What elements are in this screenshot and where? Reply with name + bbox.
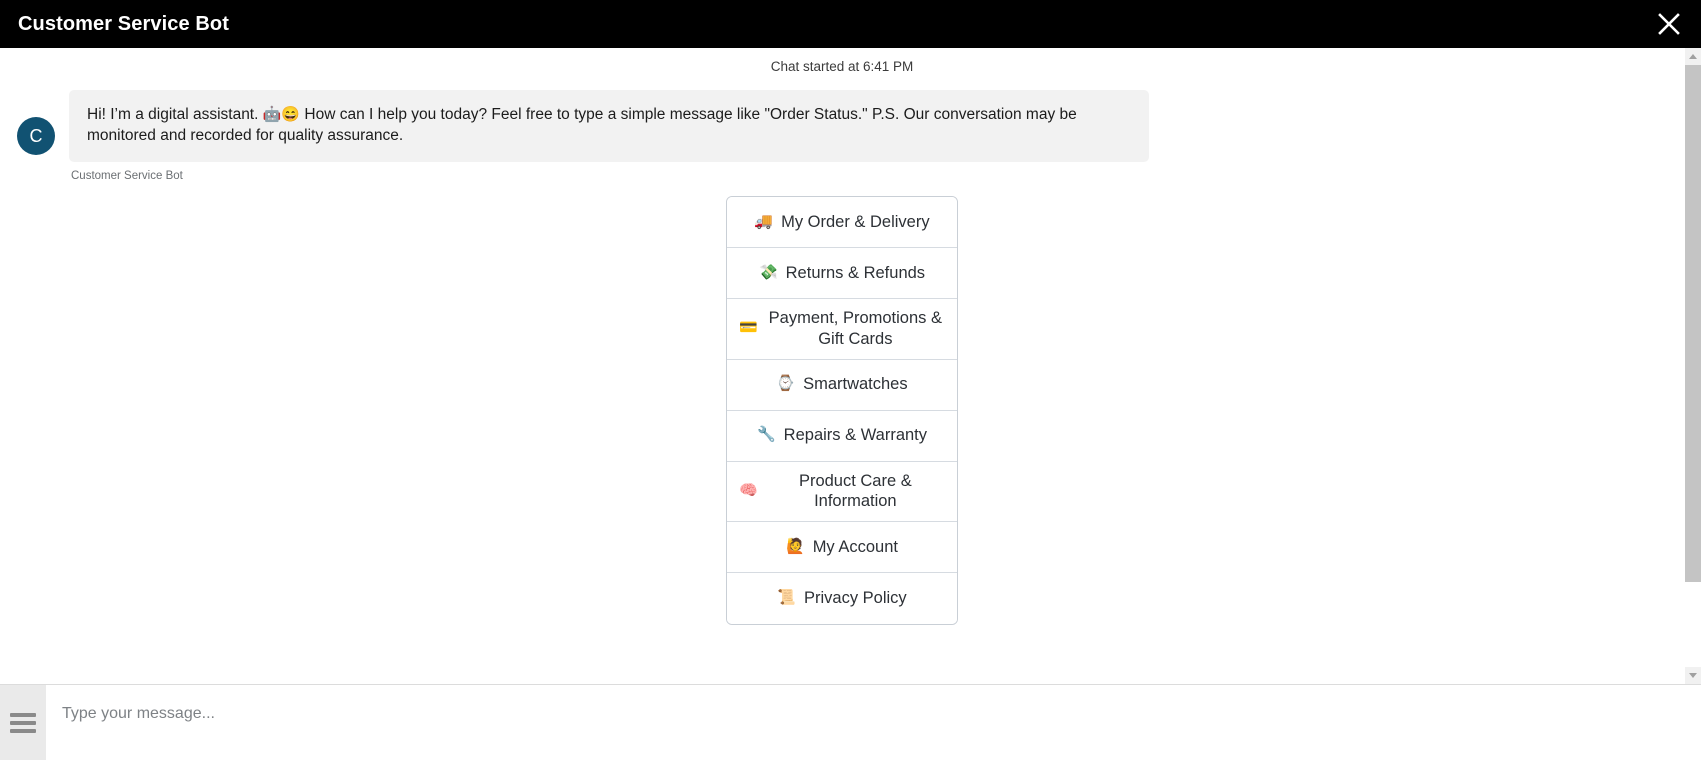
scroll-up-button[interactable] [1684, 48, 1701, 65]
money-with-wings-icon: 💸 [758, 263, 778, 281]
wrench-icon: 🔧 [756, 426, 776, 444]
chat-body: Chat started at 6:41 PM C Hi! I’m a digi… [0, 48, 1701, 684]
scrollbar-track[interactable] [1684, 65, 1701, 667]
quick-reply-item[interactable]: 🔧 Repairs & Warranty [727, 410, 957, 462]
hamburger-menu-icon-bar3 [10, 729, 36, 733]
chat-started-timestamp: Chat started at 6:41 PM [770, 59, 914, 74]
quick-reply-item-label: Smartwatches [803, 375, 908, 394]
quick-reply-item[interactable]: 💳 Payment, Promotions & Gift Cards [727, 299, 957, 360]
person-raising-hand-icon: 🙋 [786, 537, 805, 555]
message-column: Hi! I’m a digital assistant. 🤖😄 How can … [69, 90, 1664, 182]
close-icon [1657, 12, 1681, 36]
quick-reply-menu: 🚚 My Order & Delivery 💸 Returns & Refunds 💳 P… [726, 196, 958, 626]
scrollbar-thumb[interactable] [1684, 65, 1701, 582]
hamburger-menu-icon-bar2 [10, 721, 36, 725]
smiling-face-icon: 😄 [281, 106, 301, 124]
quick-reply-item-label: Product Care & Information [798, 471, 912, 511]
transcript-scrollbar[interactable] [1684, 48, 1701, 684]
message-text-part1: Hi! I’m a digital assistant. [87, 106, 263, 124]
quick-reply-item-label: Returns & Refunds [785, 263, 926, 282]
scroll-up-arrow-icon [1689, 54, 1697, 59]
quick-reply-item[interactable]: 🚚 My Order & Delivery [727, 197, 957, 249]
bot-message-bubble: Hi! I’m a digital assistant. 🤖😄 How can … [69, 90, 1149, 163]
delivery-truck-icon: 🚚 [754, 212, 774, 230]
chat-transcript: Chat started at 6:41 PM C Hi! I’m a digi… [0, 48, 1684, 684]
quick-reply-item-label: My Order & Delivery [781, 212, 930, 231]
quick-reply-item[interactable]: 🧠 Product Care & Information [727, 461, 957, 523]
scroll-down-button[interactable] [1684, 667, 1701, 684]
message-sender-label: Customer Service Bot [71, 170, 183, 183]
avatar: C [17, 117, 55, 156]
watch-icon: ⌚ [776, 375, 796, 393]
chat-header: Customer Service Bot [0, 0, 1701, 48]
quick-reply-item[interactable]: 🙋 My Account [727, 522, 957, 574]
quick-reply-item[interactable]: ⌚ Smartwatches [727, 359, 957, 411]
quick-reply-item[interactable]: 💸 Returns & Refunds [727, 248, 957, 300]
quick-reply-item-label: My Account [812, 537, 898, 556]
robot-face-icon: 🤖 [262, 106, 282, 124]
quick-reply-item-label: Repairs & Warranty [783, 426, 928, 445]
message-composer [0, 684, 1701, 760]
quick-reply-item-label: Payment, Promotions & Gift Cards [768, 309, 942, 348]
bot-message-row: C Hi! I’m a digital assistant. 🤖😄 How ca… [0, 81, 1684, 182]
credit-card-icon: 💳 [739, 319, 758, 337]
page-title: Customer Service Bot [18, 13, 229, 35]
chat-widget-window: Customer Service Bot Chat started at 6:4… [0, 0, 1701, 760]
quick-reply-item[interactable]: 📜 Privacy Policy [727, 573, 957, 625]
hamburger-menu-button[interactable] [0, 693, 46, 753]
hamburger-menu-icon [10, 713, 36, 717]
quick-reply-item-label: Privacy Policy [803, 589, 907, 608]
scroll-down-arrow-icon [1689, 673, 1697, 678]
message-input[interactable] [46, 685, 1701, 760]
close-button[interactable] [1651, 6, 1687, 42]
brain-icon: 🧠 [739, 481, 758, 499]
scroll-icon: 📜 [777, 589, 796, 607]
